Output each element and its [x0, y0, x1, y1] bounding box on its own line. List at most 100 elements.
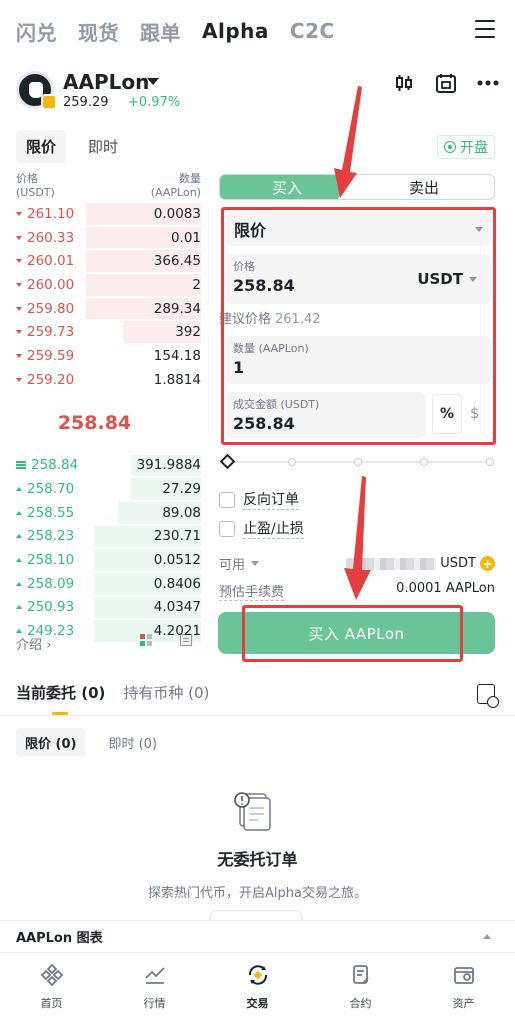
- ask-qty: 392: [175, 324, 201, 341]
- slider-mark-25[interactable]: [288, 458, 296, 466]
- tab-alpha[interactable]: Alpha: [202, 19, 269, 43]
- more-icon[interactable]: [477, 72, 499, 94]
- bid-row[interactable]: 258.23 230.71: [16, 525, 201, 549]
- ask-row[interactable]: 259.73 392: [16, 320, 201, 344]
- ask-row[interactable]: 259.20 1.8814: [16, 368, 201, 392]
- order-history-icon[interactable]: [477, 684, 499, 708]
- nav-markets[interactable]: 行情: [103, 953, 206, 1027]
- fee-label: 预估手续费: [219, 581, 285, 601]
- candlestick-chart-icon[interactable]: [393, 72, 415, 94]
- bid-price: 258.55: [16, 505, 74, 521]
- market-status-badge: 开盘: [437, 135, 495, 159]
- tab-instant[interactable]: 即时: [78, 130, 128, 163]
- ask-qty: 154.18: [153, 347, 201, 364]
- subtab-instant[interactable]: 即时 (0): [99, 728, 166, 757]
- reverse-order-label: 反向订单: [243, 489, 299, 510]
- arrow-up-icon: [16, 605, 22, 610]
- bid-row[interactable]: 258.70 27.29: [16, 477, 201, 501]
- ask-price: 261.10: [16, 206, 74, 222]
- order-book-header: 价格 (USDT) 数量 (AAPLon): [16, 172, 201, 202]
- bid-price: 258.09: [16, 576, 74, 592]
- tab-open-orders[interactable]: 当前委托 (0): [16, 682, 105, 703]
- tab-copy-trading[interactable]: 跟单: [140, 17, 181, 46]
- arrow-up-icon: [16, 487, 22, 492]
- bid-qty: 89.08: [162, 504, 201, 521]
- ask-row[interactable]: 259.59 154.18: [16, 344, 201, 368]
- nav-assets[interactable]: 资产: [412, 953, 515, 1027]
- bid-row[interactable]: 258.09 0.8406: [16, 572, 201, 596]
- arrow-up-icon: [16, 510, 22, 515]
- nav-trade[interactable]: 交易: [206, 953, 309, 1027]
- checkbox-icon: [219, 491, 235, 508]
- futures-icon: [352, 965, 369, 984]
- asks-list: 261.10 0.0083 260.33 0.01 260.01 366.45 260.00…: [16, 202, 201, 392]
- asset-dropdown-icon[interactable]: [147, 78, 159, 85]
- bid-row[interactable]: 258.10 0.0512: [16, 548, 201, 572]
- orders-sub-tabs: 限价 (0) 即时 (0): [16, 728, 166, 757]
- bid-row[interactable]: 258.84 391.9884: [16, 454, 201, 478]
- trade-icon: [248, 965, 267, 985]
- divider: [0, 715, 515, 716]
- sell-tab[interactable]: 卖出: [354, 175, 494, 199]
- ask-qty: 0.01: [170, 229, 201, 246]
- mid-price[interactable]: 258.84: [16, 392, 201, 454]
- tab-convert[interactable]: 闪兑: [16, 17, 57, 46]
- deposit-plus-icon[interactable]: +: [480, 556, 495, 571]
- subtab-limit[interactable]: 限价 (0): [16, 728, 86, 757]
- available-unit: USDT: [440, 556, 476, 571]
- ask-row[interactable]: 260.00 2: [16, 273, 201, 297]
- fee-value: 0.0001 AAPLon: [396, 581, 495, 596]
- ask-row[interactable]: 259.80 289.34: [16, 297, 201, 321]
- asset-price: 259.29: [63, 95, 109, 110]
- reverse-order-checkbox[interactable]: 反向订单: [219, 489, 299, 510]
- tab-holdings[interactable]: 持有币种 (0): [123, 682, 209, 703]
- tab-spot[interactable]: 现货: [78, 17, 119, 46]
- slider-handle[interactable]: [219, 453, 236, 470]
- annotation-arrow-top: [334, 86, 362, 198]
- ask-row[interactable]: 260.01 366.45: [16, 249, 201, 273]
- menu-icon[interactable]: [475, 20, 495, 38]
- chevron-down-icon[interactable]: [251, 561, 260, 566]
- tp-sl-checkbox[interactable]: 止盈/止损: [219, 518, 304, 539]
- price-header-unit: (USDT): [16, 186, 55, 199]
- arrow-up-icon: [16, 558, 22, 563]
- bid-row[interactable]: 250.93 4.0347: [16, 596, 201, 620]
- slider-mark-100[interactable]: [486, 458, 494, 466]
- arrow-down-icon: [16, 353, 22, 358]
- arrow-up-icon: [16, 629, 22, 634]
- empty-orders-icon: [234, 792, 271, 831]
- bid-qty: 0.0512: [153, 552, 201, 569]
- bottom-navigation: 首页 行情 交易 合约 资产: [0, 952, 515, 1027]
- asset-logo-icon: [16, 71, 57, 110]
- annotation-box-form: [221, 207, 496, 445]
- list-icon: [16, 461, 26, 470]
- ask-price: 259.20: [16, 372, 74, 388]
- markets-icon: [144, 967, 165, 984]
- book-view-both-icon[interactable]: [139, 633, 153, 647]
- nav-home[interactable]: 首页: [0, 953, 103, 1027]
- arrow-down-icon: [16, 211, 22, 216]
- bid-row[interactable]: 258.55 89.08: [16, 501, 201, 525]
- ask-row[interactable]: 261.10 0.0083: [16, 202, 201, 226]
- explore-button-partial[interactable]: [210, 910, 302, 920]
- chart-bar[interactable]: AAPLon 图表: [0, 920, 515, 952]
- market-status-label: 开盘: [460, 140, 488, 156]
- calendar-icon[interactable]: [435, 72, 457, 94]
- arrow-down-icon: [16, 377, 22, 382]
- tab-c2c[interactable]: C2C: [290, 19, 335, 43]
- ask-qty: 289.34: [153, 300, 201, 317]
- ask-qty: 1.8814: [153, 371, 201, 388]
- home-icon: [40, 963, 63, 987]
- amount-slider[interactable]: [219, 453, 494, 470]
- nav-futures[interactable]: 合约: [309, 953, 412, 1027]
- chevron-up-icon[interactable]: [483, 934, 491, 939]
- slider-mark-75[interactable]: [420, 458, 428, 466]
- bid-price: 258.70: [16, 481, 74, 497]
- ask-depth-bar: [86, 274, 201, 296]
- ask-row[interactable]: 260.33 0.01: [16, 226, 201, 250]
- tab-limit[interactable]: 限价: [16, 130, 67, 163]
- asset-symbol[interactable]: AAPLon: [63, 70, 149, 94]
- slider-mark-50[interactable]: [354, 458, 362, 466]
- arrow-down-icon: [16, 259, 22, 264]
- ask-price: 260.33: [16, 230, 74, 246]
